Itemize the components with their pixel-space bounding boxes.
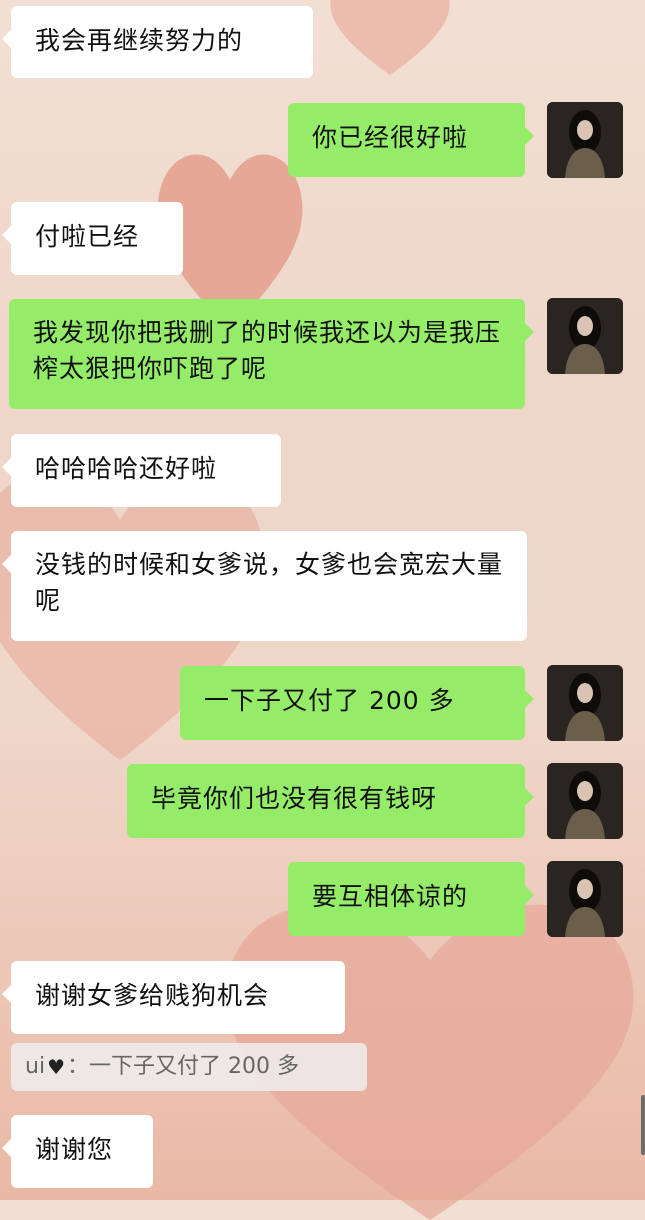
chat-message-list[interactable]: 我会再继续努力的 你已经很好啦 付啦已经 我发现你把我删了的时候我还以为是我压榨…: [0, 0, 645, 1200]
user-avatar[interactable]: [547, 298, 623, 374]
avatar-photo-icon: [547, 665, 623, 741]
message-bubble-incoming[interactable]: 谢谢女爹给贱狗机会: [2, 961, 345, 1034]
message-bubble-incoming[interactable]: 我会再继续努力的: [2, 6, 313, 78]
message-bubble-incoming[interactable]: 没钱的时候和女爹说，女爹也会宽宏大量呢: [2, 531, 527, 641]
message-bubble-incoming[interactable]: 哈哈哈哈还好啦: [2, 434, 281, 507]
quote-separator: ：: [67, 1054, 90, 1079]
message-text: 谢谢女爹给贱狗机会: [35, 981, 270, 1010]
black-heart-icon: ♥: [47, 1055, 65, 1079]
message-bubble-outgoing[interactable]: 一下子又付了 200 多: [180, 666, 534, 740]
message-text: 付啦已经: [35, 222, 140, 251]
message-text: 谢谢您: [35, 1135, 114, 1164]
message-text: 没钱的时候和女爹说，女爹也会宽宏大量呢: [35, 550, 504, 615]
avatar-photo-icon: [547, 298, 623, 374]
quote-text: 一下子又付了 200 多: [89, 1054, 299, 1079]
message-bubble-outgoing[interactable]: 你已经很好啦: [288, 103, 534, 177]
scrollbar[interactable]: [641, 1095, 645, 1155]
avatar-photo-icon: [547, 861, 623, 937]
quote-sender: ui: [25, 1054, 46, 1079]
message-text: 一下子又付了 200 多: [204, 686, 455, 715]
message-bubble-incoming[interactable]: 付啦已经: [2, 202, 183, 275]
message-bubble-outgoing[interactable]: 毕竟你们也没有很有钱呀: [127, 764, 534, 838]
message-text: 要互相体谅的: [312, 882, 469, 911]
user-avatar[interactable]: [547, 102, 623, 178]
user-avatar[interactable]: [547, 665, 623, 741]
message-bubble-outgoing[interactable]: 要互相体谅的: [288, 862, 534, 936]
user-avatar[interactable]: [547, 861, 623, 937]
user-avatar[interactable]: [547, 763, 623, 839]
avatar-photo-icon: [547, 763, 623, 839]
message-text: 哈哈哈哈还好啦: [35, 454, 218, 483]
message-text: 毕竟你们也没有很有钱呀: [151, 784, 438, 813]
quoted-message[interactable]: ui ♥ ： 一下子又付了 200 多: [11, 1043, 367, 1091]
message-bubble-outgoing[interactable]: 我发现你把我删了的时候我还以为是我压榨太狠把你吓跑了呢: [9, 299, 534, 409]
message-bubble-incoming[interactable]: 谢谢您: [2, 1115, 153, 1188]
message-text: 我会再继续努力的: [35, 26, 244, 55]
message-text: 我发现你把我删了的时候我还以为是我压榨太狠把你吓跑了呢: [33, 318, 502, 383]
avatar-photo-icon: [547, 102, 623, 178]
message-text: 你已经很好啦: [312, 123, 469, 152]
